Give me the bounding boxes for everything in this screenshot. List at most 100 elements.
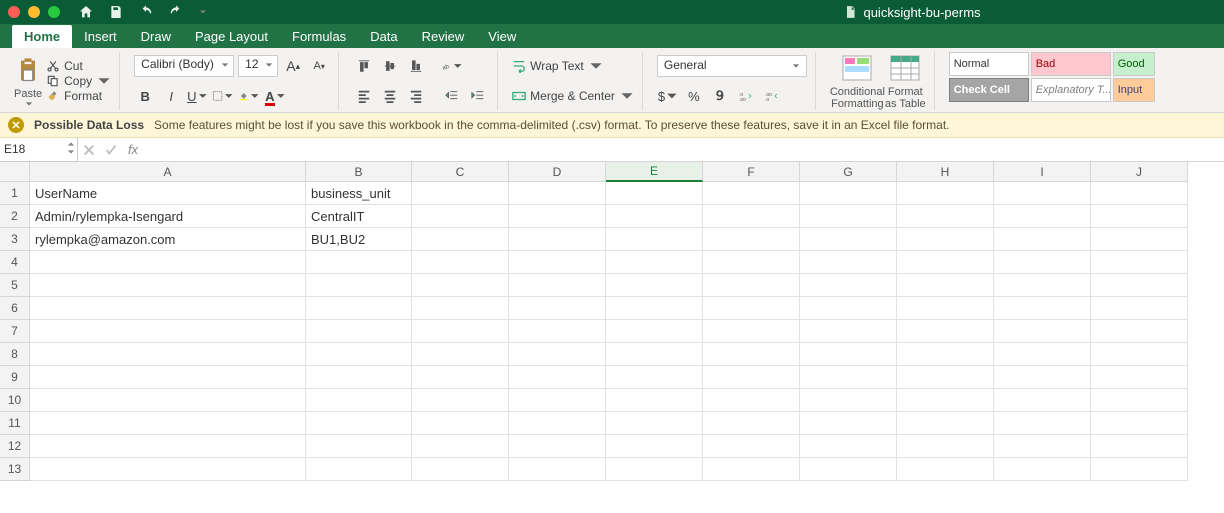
cell-H6[interactable] <box>897 297 994 320</box>
cell-G4[interactable] <box>800 251 897 274</box>
cell-E4[interactable] <box>606 251 703 274</box>
cell-B2[interactable]: CentralIT <box>306 205 412 228</box>
col-header-A[interactable]: A <box>30 162 306 182</box>
cell-E10[interactable] <box>606 389 703 412</box>
cell-I1[interactable] <box>994 182 1091 205</box>
row-header-10[interactable]: 10 <box>0 389 30 412</box>
cell-J1[interactable] <box>1091 182 1188 205</box>
bold-button[interactable]: B <box>134 85 156 107</box>
align-bottom-button[interactable] <box>405 55 427 77</box>
percent-button[interactable]: % <box>683 85 705 107</box>
cell-J12[interactable] <box>1091 435 1188 458</box>
undo-icon[interactable] <box>138 4 154 20</box>
cell-D5[interactable] <box>509 274 606 297</box>
cell-A10[interactable] <box>30 389 306 412</box>
cell-H10[interactable] <box>897 389 994 412</box>
cell-H9[interactable] <box>897 366 994 389</box>
cell-E3[interactable] <box>606 228 703 251</box>
cell-B3[interactable]: BU1,BU2 <box>306 228 412 251</box>
cell-F8[interactable] <box>703 343 800 366</box>
font-name-select[interactable]: Calibri (Body) <box>134 55 234 77</box>
cell-E5[interactable] <box>606 274 703 297</box>
cell-B10[interactable] <box>306 389 412 412</box>
cell-G7[interactable] <box>800 320 897 343</box>
cell-D8[interactable] <box>509 343 606 366</box>
row-header-5[interactable]: 5 <box>0 274 30 297</box>
font-size-select[interactable]: 12 <box>238 55 278 77</box>
tab-home[interactable]: Home <box>12 25 72 48</box>
cell-C1[interactable] <box>412 182 509 205</box>
cell-E9[interactable] <box>606 366 703 389</box>
chevron-down-icon[interactable] <box>67 148 75 156</box>
cell-I3[interactable] <box>994 228 1091 251</box>
orientation-button[interactable]: ab <box>441 55 463 77</box>
style-input[interactable]: Input <box>1113 78 1155 102</box>
tab-draw[interactable]: Draw <box>129 25 183 48</box>
cell-G5[interactable] <box>800 274 897 297</box>
cell-E12[interactable] <box>606 435 703 458</box>
cell-G6[interactable] <box>800 297 897 320</box>
cell-A9[interactable] <box>30 366 306 389</box>
cell-B7[interactable] <box>306 320 412 343</box>
cell-I8[interactable] <box>994 343 1091 366</box>
number-format-select[interactable]: General <box>657 55 807 77</box>
col-header-F[interactable]: F <box>703 162 800 182</box>
row-header-2[interactable]: 2 <box>0 205 30 228</box>
align-left-button[interactable] <box>353 85 375 107</box>
insert-function-button[interactable]: fx <box>122 139 144 161</box>
col-header-E[interactable]: E <box>606 162 703 182</box>
cell-D7[interactable] <box>509 320 606 343</box>
cell-H5[interactable] <box>897 274 994 297</box>
cell-F11[interactable] <box>703 412 800 435</box>
cell-B11[interactable] <box>306 412 412 435</box>
cell-G8[interactable] <box>800 343 897 366</box>
cell-B12[interactable] <box>306 435 412 458</box>
cell-A6[interactable] <box>30 297 306 320</box>
cancel-formula-button[interactable] <box>78 139 100 161</box>
cell-J4[interactable] <box>1091 251 1188 274</box>
cell-D3[interactable] <box>509 228 606 251</box>
cell-D4[interactable] <box>509 251 606 274</box>
cell-I2[interactable] <box>994 205 1091 228</box>
cell-H7[interactable] <box>897 320 994 343</box>
cell-E8[interactable] <box>606 343 703 366</box>
cell-F3[interactable] <box>703 228 800 251</box>
tab-view[interactable]: View <box>476 25 528 48</box>
currency-button[interactable]: $ <box>657 85 679 107</box>
cell-D12[interactable] <box>509 435 606 458</box>
cell-G3[interactable] <box>800 228 897 251</box>
decrease-font-button[interactable]: A▾ <box>308 55 330 77</box>
cell-E7[interactable] <box>606 320 703 343</box>
cell-F1[interactable] <box>703 182 800 205</box>
cell-G10[interactable] <box>800 389 897 412</box>
cell-C2[interactable] <box>412 205 509 228</box>
col-header-D[interactable]: D <box>509 162 606 182</box>
cell-F5[interactable] <box>703 274 800 297</box>
col-header-G[interactable]: G <box>800 162 897 182</box>
cell-D6[interactable] <box>509 297 606 320</box>
align-center-button[interactable] <box>379 85 401 107</box>
redo-icon[interactable] <box>168 4 184 20</box>
conditional-formatting-button[interactable]: Conditional Formatting <box>830 52 885 110</box>
cell-A11[interactable] <box>30 412 306 435</box>
cell-H8[interactable] <box>897 343 994 366</box>
cell-J2[interactable] <box>1091 205 1188 228</box>
cell-C10[interactable] <box>412 389 509 412</box>
col-header-C[interactable]: C <box>412 162 509 182</box>
cell-J11[interactable] <box>1091 412 1188 435</box>
cell-J7[interactable] <box>1091 320 1188 343</box>
row-header-13[interactable]: 13 <box>0 458 30 481</box>
name-box[interactable]: E18 <box>0 138 78 162</box>
tab-formulas[interactable]: Formulas <box>280 25 358 48</box>
home-icon[interactable] <box>78 4 94 20</box>
cell-A12[interactable] <box>30 435 306 458</box>
cell-D2[interactable] <box>509 205 606 228</box>
cell-I7[interactable] <box>994 320 1091 343</box>
cell-J5[interactable] <box>1091 274 1188 297</box>
border-button[interactable] <box>212 85 234 107</box>
cell-F6[interactable] <box>703 297 800 320</box>
cell-H3[interactable] <box>897 228 994 251</box>
cell-I5[interactable] <box>994 274 1091 297</box>
paste-button[interactable]: Paste <box>14 54 42 108</box>
cell-G13[interactable] <box>800 458 897 481</box>
